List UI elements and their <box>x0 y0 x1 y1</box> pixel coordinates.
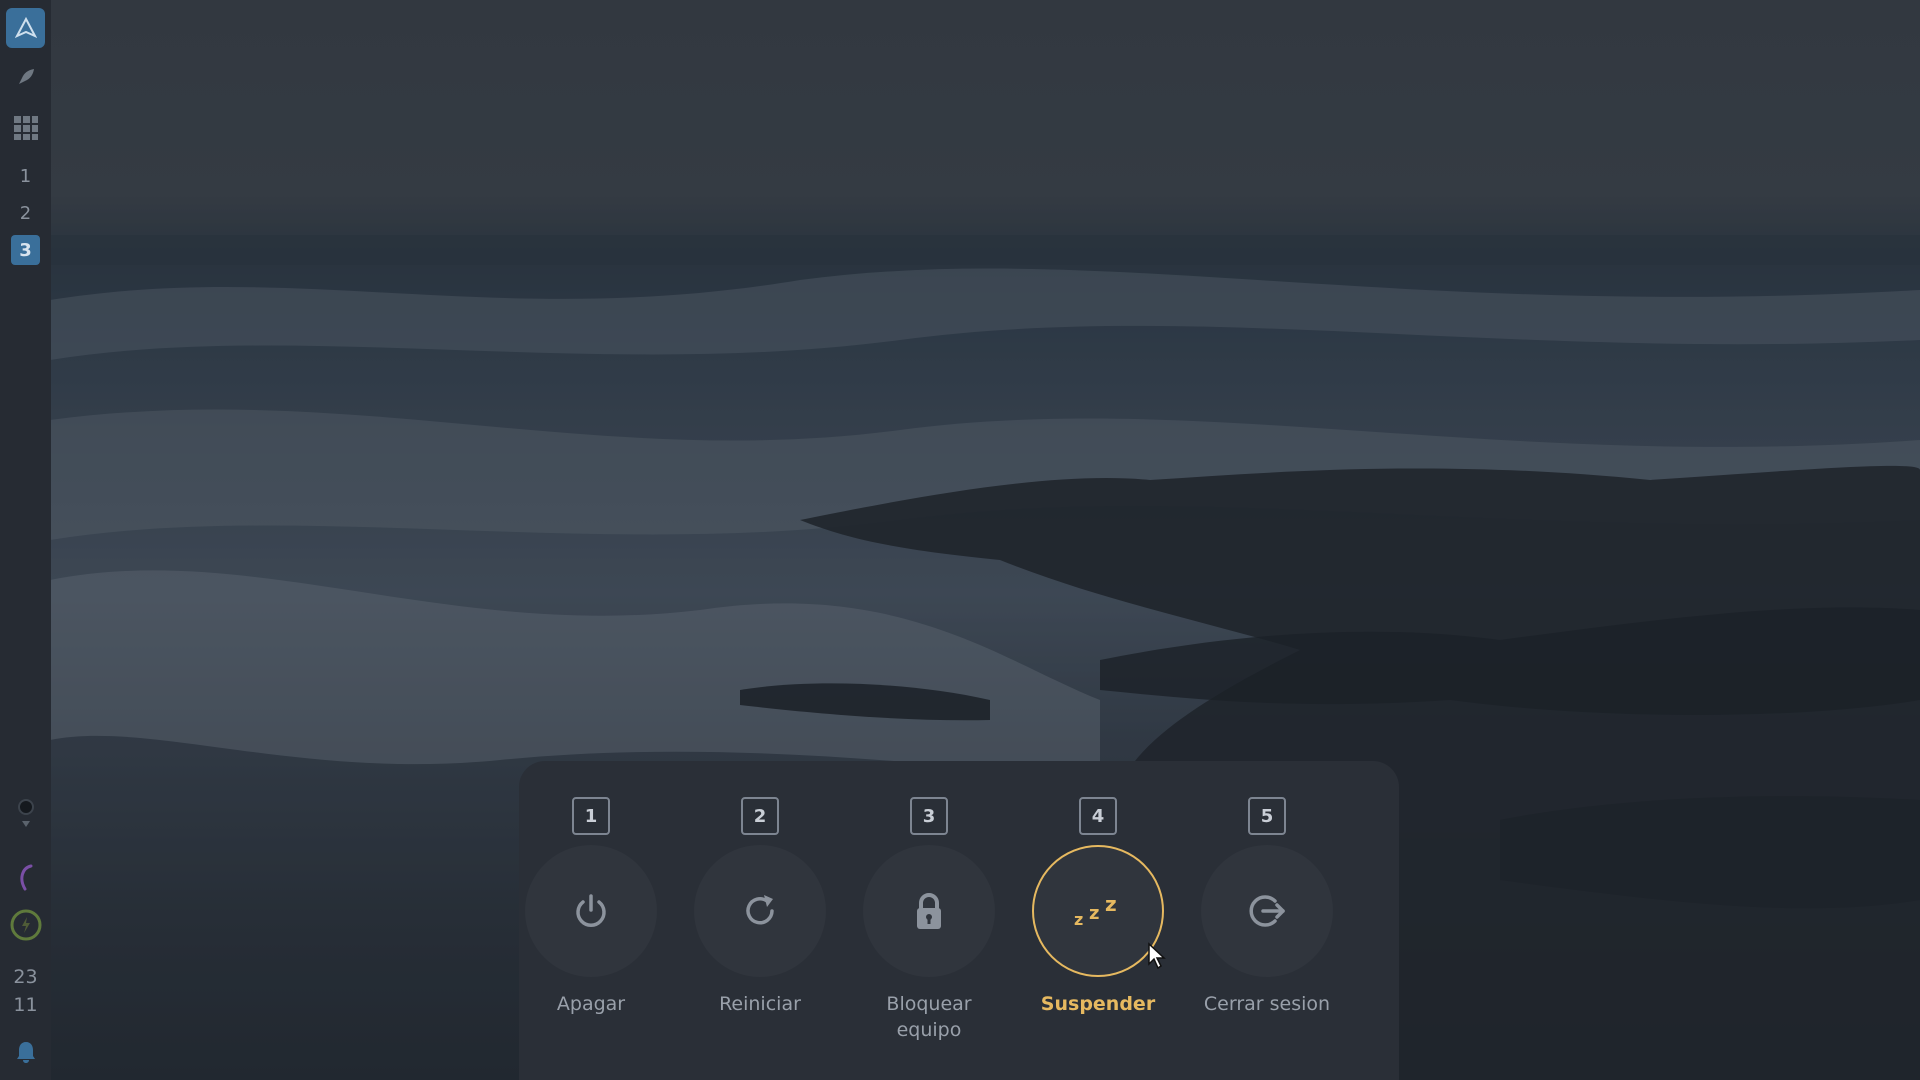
lock-label: Bloquear equipo <box>886 993 972 1041</box>
shutdown-label: Apagar <box>556 993 626 1015</box>
shortcut-key-5: 5 <box>1248 797 1286 835</box>
desktop: 1 2 3 23 11 1 Apagar 2 Reiniciar 3 Bloqu… <box>0 0 1920 1080</box>
sleep-icon: z z z <box>1074 892 1117 929</box>
svg-text:z: z <box>1089 903 1099 924</box>
lock-icon <box>917 893 941 929</box>
power-option-restart[interactable]: 2 Reiniciar <box>690 797 830 1017</box>
shortcut-key-1: 1 <box>572 797 610 835</box>
restart-label: Reiniciar <box>719 993 801 1015</box>
suspend-button[interactable]: z z z <box>1032 845 1164 977</box>
power-profile-icon[interactable] <box>6 905 45 945</box>
night-light-icon[interactable] <box>6 858 45 898</box>
rocket-icon[interactable] <box>6 60 45 94</box>
power-icon <box>576 894 606 927</box>
grid-icon[interactable] <box>6 110 45 146</box>
shortcut-key-3: 3 <box>910 797 948 835</box>
restart-icon <box>746 895 774 925</box>
suspend-label: Suspender <box>1040 993 1156 1015</box>
workspace-1[interactable]: 1 <box>6 161 45 191</box>
arch-logo-icon[interactable] <box>6 8 45 48</box>
power-option-lock[interactable]: 3 Bloquear equipo <box>859 797 999 1043</box>
logout-icon <box>1249 895 1285 927</box>
power-menu: 1 Apagar 2 Reiniciar 3 Bloquear equipo 4… <box>519 761 1399 1080</box>
shutdown-button[interactable] <box>525 845 657 977</box>
power-option-shutdown[interactable]: 1 Apagar <box>521 797 661 1017</box>
lock-button[interactable] <box>863 845 995 977</box>
svg-text:z: z <box>1074 910 1083 929</box>
shortcut-key-4: 4 <box>1079 797 1117 835</box>
power-option-logout[interactable]: 5 Cerrar sesion <box>1197 797 1337 1017</box>
bell-icon[interactable] <box>6 1036 45 1068</box>
workspace-2[interactable]: 2 <box>6 198 45 228</box>
logout-label: Cerrar sesion <box>1203 993 1331 1015</box>
power-option-suspend[interactable]: 4 z z z Suspender <box>1028 797 1168 1017</box>
bluetooth-icon[interactable] <box>6 792 45 832</box>
shortcut-key-2: 2 <box>741 797 779 835</box>
mouse-cursor-icon <box>1148 942 1166 970</box>
side-panel: 1 2 3 23 11 <box>0 0 51 1080</box>
clock-minutes: 11 <box>13 994 38 1016</box>
clock[interactable]: 23 11 <box>6 961 45 1021</box>
svg-text:z: z <box>1105 892 1117 916</box>
restart-button[interactable] <box>694 845 826 977</box>
workspace-3-active[interactable]: 3 <box>11 235 40 265</box>
logout-button[interactable] <box>1201 845 1333 977</box>
clock-hours: 23 <box>13 966 38 988</box>
